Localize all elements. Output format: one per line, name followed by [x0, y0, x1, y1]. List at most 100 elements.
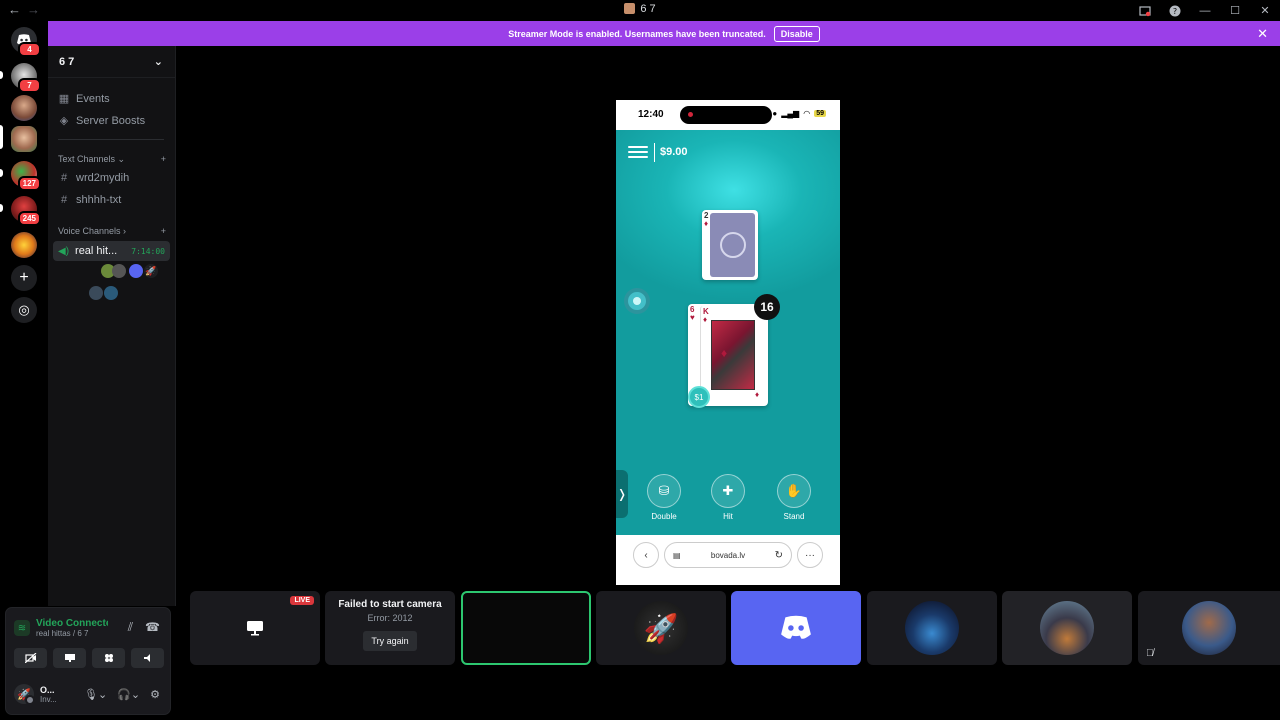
disconnect-icon[interactable]: ☎ [145, 620, 160, 635]
streamer-mode-banner: Streamer Mode is enabled. Usernames have… [48, 21, 1280, 46]
activities-button[interactable] [92, 648, 125, 668]
user-avatar [1040, 601, 1094, 655]
hand-score: 16 [754, 294, 780, 320]
participant-tile[interactable] [731, 591, 861, 665]
window-title-text: 6 7 [640, 3, 656, 15]
camera-error-code: Error: 2012 [367, 613, 413, 623]
channel-item-shhhh-txt[interactable]: # shhhh-txt [58, 194, 121, 206]
help-icon[interactable]: ? [1160, 0, 1190, 21]
browser-back-button[interactable]: ‹ [633, 542, 659, 568]
voice-control-row [14, 648, 164, 668]
voice-location-text[interactable]: real hittas / 6 7 [36, 629, 108, 638]
participant-tile-speaking[interactable] [461, 591, 591, 665]
close-window-button[interactable]: ✕ [1250, 0, 1280, 21]
camera-error: Failed to start camera Error: 2012 Try a… [325, 599, 455, 651]
discover-button[interactable]: ◎ [11, 297, 37, 323]
screen-share-button[interactable] [53, 648, 86, 668]
add-channel-icon[interactable]: + [161, 226, 166, 236]
cellular-signal-icon: ▂▄▆ [781, 109, 800, 118]
server-icon-selected[interactable] [11, 126, 37, 152]
tile-content [731, 591, 861, 665]
voice-user-avatar[interactable] [112, 264, 126, 278]
double-button[interactable]: ⛁ Double [644, 474, 684, 521]
events-item[interactable]: ▦ Events [58, 92, 110, 106]
banner-text: Streamer Mode is enabled. Usernames have… [508, 28, 766, 39]
stream-tile-live[interactable]: LIVE [190, 591, 320, 665]
tile-content [1138, 591, 1280, 665]
guild-header[interactable]: 6 7 ⌄ [48, 46, 175, 78]
boost-icon: ◈ [59, 115, 69, 127]
stand-button[interactable]: ✋ Stand [774, 474, 814, 521]
hamburger-menu-icon[interactable] [628, 146, 648, 161]
soundboard-button[interactable] [131, 648, 164, 668]
server-avatar [11, 232, 37, 258]
server-icon[interactable] [11, 95, 37, 121]
settings-gear-icon[interactable]: ⚙ [150, 688, 160, 701]
voice-actions: ⫽ ☎ [128, 620, 160, 635]
card-back-pattern [710, 213, 755, 277]
url-text: bovada.lv [710, 550, 746, 560]
dynamic-island [680, 106, 772, 124]
notification-badge: 127 [17, 176, 41, 191]
channel-item-wrd2mydih[interactable]: # wrd2mydih [58, 172, 129, 184]
user-name: O... [40, 684, 55, 695]
player-card-king: K ♦ ♦ ♦ [700, 306, 766, 404]
maximize-button[interactable]: ☐ [1220, 0, 1250, 21]
current-user[interactable]: 🚀 O... Inv... [14, 684, 57, 705]
server-icon[interactable]: 245 [11, 196, 41, 226]
participant-tile[interactable]: 🚀 [596, 591, 726, 665]
server-icon[interactable]: 127 [11, 161, 41, 191]
text-channels-label: Text Channels ⌄ [58, 154, 126, 164]
server-icon[interactable]: 7 [11, 63, 41, 93]
reload-icon[interactable]: ↻ [775, 550, 783, 561]
voice-user-avatar[interactable] [129, 264, 143, 278]
server-icon[interactable] [11, 232, 37, 258]
user-avatar: 🚀 [14, 684, 35, 705]
home-button[interactable]: 4 [11, 27, 41, 57]
try-again-button[interactable]: Try again [363, 631, 417, 651]
browser-more-button[interactable]: ··· [797, 542, 823, 568]
add-channel-icon[interactable]: + [161, 154, 166, 165]
hit-label: Hit [723, 512, 733, 521]
voice-user-avatar[interactable] [89, 286, 103, 300]
disable-streamer-mode-button[interactable]: Disable [773, 25, 820, 42]
unread-indicator [0, 204, 3, 212]
hit-button[interactable]: ✚ Hit [708, 474, 748, 521]
voice-user-avatar[interactable] [104, 286, 118, 300]
diamond-suit-icon: ♦ [721, 346, 728, 360]
voice-channels-label: Voice Channels › [58, 226, 127, 236]
discord-logo-icon [781, 615, 811, 639]
headphones-icon[interactable]: 🎧⌄ [117, 688, 140, 701]
inbox-icon[interactable] [1130, 0, 1160, 21]
dealer-card-rank: 2 ♦ [704, 211, 709, 228]
side-panel-toggle[interactable]: ❭ [616, 470, 628, 518]
tabs-icon[interactable]: ▤ [673, 551, 681, 560]
participant-tile[interactable] [867, 591, 997, 665]
voice-timer: 7:14:00 [131, 246, 165, 256]
close-banner-icon[interactable]: ✕ [1257, 26, 1268, 42]
text-channels-header[interactable]: Text Channels ⌄ + [58, 154, 166, 165]
divider [58, 139, 164, 140]
voice-channels-header[interactable]: Voice Channels › + [58, 226, 166, 236]
user-avatar [905, 601, 959, 655]
add-server-button[interactable]: + [11, 265, 37, 291]
hashtag-icon: # [60, 172, 68, 184]
camera-off-button[interactable] [14, 648, 47, 668]
noise-suppression-icon[interactable]: ⫽ [128, 620, 133, 635]
participant-tile[interactable] [1002, 591, 1132, 665]
user-avatar [1182, 601, 1236, 655]
participant-tile[interactable]: 🎙̸ [1138, 591, 1280, 665]
server-thumbnail-icon [624, 3, 636, 14]
address-bar[interactable]: ▤ bovada.lv ↻ [664, 542, 792, 568]
screen-share-stream[interactable]: 12:40 ● ▂▄▆ ◠ 59 $9.00 2 ♦ 6 ♥ K ♦ ♦ ♦ 16 $… [616, 100, 840, 585]
minimize-button[interactable]: — [1190, 0, 1220, 21]
player-card-six: 6 ♥ [690, 305, 695, 322]
king-face-art [711, 320, 755, 390]
signal-icon[interactable]: ≋ [14, 620, 30, 636]
server-boosts-label: Server Boosts [76, 114, 146, 127]
microphone-icon[interactable]: 🎙⌄ [84, 688, 107, 701]
server-boosts-item[interactable]: ◈ Server Boosts [58, 114, 146, 128]
voice-user-avatar[interactable]: 🚀 [144, 264, 158, 278]
voice-channel-active[interactable]: ◀) real hit... 7:14:00 [53, 241, 170, 261]
compass-icon: ◎ [18, 302, 30, 317]
